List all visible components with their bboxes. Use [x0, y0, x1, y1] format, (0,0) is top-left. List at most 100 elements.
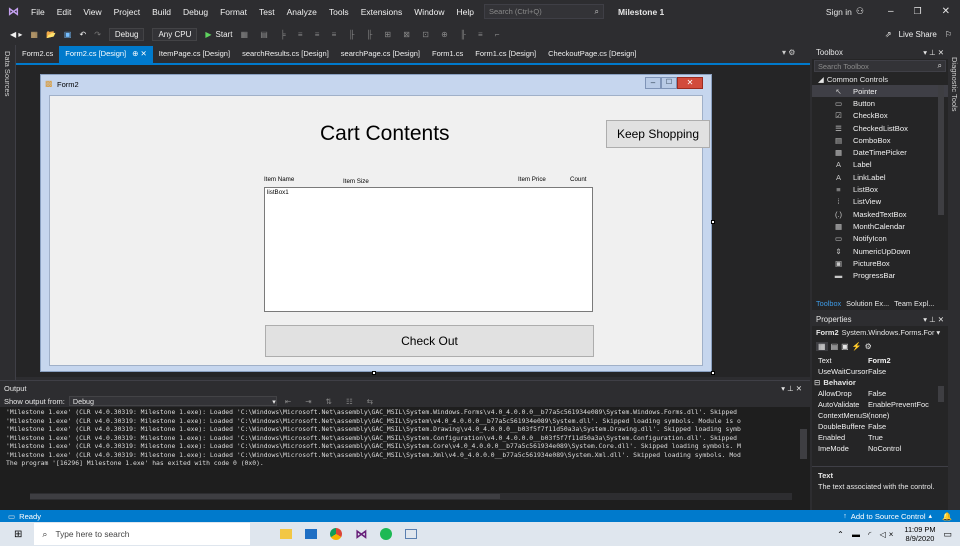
- output-hscroll-thumb[interactable]: [30, 494, 500, 499]
- open-icon[interactable]: 📂: [46, 30, 56, 39]
- form-minimize-icon[interactable]: –: [645, 77, 661, 89]
- output-hscrollbar[interactable]: [30, 493, 792, 500]
- account-icon[interactable]: ⚇: [856, 6, 864, 17]
- back-icon[interactable]: ◀ ▸: [10, 30, 22, 39]
- action-center-icon[interactable]: ▭: [943, 529, 952, 540]
- toolbox-item-label[interactable]: A Label: [812, 159, 948, 171]
- live-share-button[interactable]: Live Share: [899, 30, 937, 39]
- tab-4[interactable]: searchPage.cs [Design]: [335, 46, 426, 63]
- menu-format[interactable]: Format: [214, 7, 253, 17]
- properties-scrollbar[interactable]: [938, 386, 944, 402]
- start-button[interactable]: Start: [216, 30, 233, 39]
- mail-icon[interactable]: [305, 529, 318, 539]
- keep-shopping-button[interactable]: Keep Shopping: [606, 120, 710, 148]
- property-row[interactable]: UseWaitCursor False: [812, 366, 948, 377]
- toolbox-item-checkbox[interactable]: ☑ CheckBox: [812, 110, 948, 122]
- tab-overflow-icon[interactable]: ▾ ⚙: [782, 48, 795, 57]
- menu-tools[interactable]: Tools: [323, 7, 355, 17]
- toolbox-bottom-tab-2[interactable]: Team Expl...: [894, 299, 934, 308]
- redo-icon[interactable]: ↷: [94, 30, 101, 39]
- menu-help[interactable]: Help: [451, 7, 480, 17]
- menu-edit[interactable]: Edit: [51, 7, 78, 17]
- form-close-icon[interactable]: ✕: [677, 77, 703, 89]
- properties-pin-icon[interactable]: ▾ ⊥ ✕: [923, 315, 944, 324]
- menu-build[interactable]: Build: [146, 7, 177, 17]
- search-box[interactable]: Search (Ctrl+Q) ⌕: [484, 4, 604, 19]
- new-project-icon[interactable]: ▦: [30, 30, 38, 39]
- undo-icon[interactable]: ↶: [79, 30, 86, 39]
- tab-close-icon[interactable]: ⊕ ✕: [132, 49, 147, 58]
- output-source-dropdown[interactable]: Debug ▾: [68, 396, 277, 406]
- menu-analyze[interactable]: Analyze: [281, 7, 323, 17]
- tab-0[interactable]: Form2.cs: [16, 46, 59, 63]
- behavior-category[interactable]: ⊟ Behavior: [812, 377, 948, 388]
- toolbox-pin-icon[interactable]: ▾ ⊥ ✕: [923, 48, 944, 57]
- form2-window[interactable]: ▩ Form2 – ☐ ✕ Cart Contents Keep Shoppin…: [40, 74, 712, 372]
- properties-icon[interactable]: ▣: [841, 342, 849, 351]
- diagnostic-tools-tab[interactable]: Diagnostic Tools: [950, 57, 959, 111]
- spotify-icon[interactable]: [380, 528, 393, 540]
- toolbox-item-checkedlistbox[interactable]: ☰ CheckedListBox: [812, 122, 948, 134]
- output-pin-icon[interactable]: ▾ ⊥ ✕: [781, 384, 802, 393]
- toolbox-item-notifyicon[interactable]: ▭ NotifyIcon: [812, 233, 948, 245]
- events-icon[interactable]: ⚡: [852, 342, 862, 351]
- config-dropdown[interactable]: Debug: [108, 27, 145, 41]
- property-row[interactable]: DoubleBuffere False: [812, 421, 948, 432]
- toolbox-item-listbox[interactable]: ≡ ListBox: [812, 183, 948, 195]
- toolbox-item-maskedtextbox[interactable]: (.) MaskedTextBox: [812, 208, 948, 220]
- toolbox-item-datetimepicker[interactable]: ▦ DateTimePicker: [812, 146, 948, 158]
- output-tool-icons[interactable]: ⇤ ⇥ ⇅ ☷ ⇆: [285, 397, 379, 406]
- feedback-icon[interactable]: ⚐: [945, 30, 952, 39]
- resize-handle-right[interactable]: [711, 220, 715, 224]
- windows-start-icon[interactable]: ⊞: [14, 529, 22, 540]
- menu-extensions[interactable]: Extensions: [355, 7, 409, 17]
- toolbox-search[interactable]: Search Toolbox ⌕: [814, 60, 946, 72]
- alphabetical-icon[interactable]: ▤: [831, 342, 839, 351]
- tab-1[interactable]: Form2.cs [Design] ⊕ ✕: [59, 46, 153, 63]
- toolbox-item-progressbar[interactable]: ▬ ProgressBar: [812, 269, 948, 281]
- menu-file[interactable]: File: [25, 7, 51, 17]
- app-window-icon[interactable]: [405, 529, 418, 539]
- toolbox-search-input[interactable]: Search Toolbox: [818, 62, 869, 71]
- maximize-icon[interactable]: ❐: [914, 6, 922, 17]
- toolbox-item-picturebox[interactable]: ▣ PictureBox: [812, 257, 948, 269]
- toolbox-bottom-tab-0[interactable]: Toolbox: [816, 299, 841, 308]
- resize-handle-bottom[interactable]: [372, 371, 376, 375]
- minimize-icon[interactable]: –: [888, 6, 894, 17]
- live-share-icon[interactable]: ⇗: [885, 30, 892, 39]
- categorized-icon[interactable]: ▦: [816, 341, 828, 351]
- clock[interactable]: 11:09 PM 8/9/2020: [904, 525, 935, 543]
- data-sources-tab[interactable]: Data Sources: [3, 51, 12, 96]
- property-row[interactable]: ImeMode NoControl: [812, 443, 948, 454]
- search-input[interactable]: Search (Ctrl+Q): [489, 7, 542, 16]
- object-selector[interactable]: Form2 System.Windows.Forms.For ▾: [812, 326, 948, 339]
- toolbox-item-linklabel[interactable]: A LinkLabel: [812, 171, 948, 183]
- tab-3[interactable]: searchResults.cs [Design]: [236, 46, 335, 63]
- tab-5[interactable]: Form1.cs: [426, 46, 469, 63]
- chrome-icon[interactable]: [330, 528, 343, 540]
- property-row[interactable]: AllowDrop False: [812, 388, 948, 399]
- tab-7[interactable]: CheckoutPage.cs [Design]: [542, 46, 642, 63]
- output-text[interactable]: 'Milestone 1.exe' (CLR v4.0.30319: Miles…: [0, 407, 792, 468]
- menu-project[interactable]: Project: [108, 7, 146, 17]
- start-icon[interactable]: ▶: [205, 30, 211, 39]
- add-source-control-button[interactable]: Add to Source Control: [851, 512, 926, 521]
- tab-2[interactable]: ItemPage.cs [Design]: [153, 46, 236, 63]
- property-pages-icon[interactable]: ⚙: [865, 342, 872, 351]
- toolbox-item-combobox[interactable]: ▤ ComboBox: [812, 134, 948, 146]
- tab-6[interactable]: Form1.cs [Design]: [469, 46, 542, 63]
- tray-icons[interactable]: ⌃ ▬ ◜ ◁×: [837, 530, 896, 539]
- menu-debug[interactable]: Debug: [177, 7, 214, 17]
- cart-listbox[interactable]: listBox1: [264, 187, 593, 312]
- toolbox-scrollbar[interactable]: [938, 85, 944, 215]
- toolbox-item-pointer[interactable]: ↖ Pointer: [812, 85, 948, 98]
- toolbox-bottom-tab-1[interactable]: Solution Ex...: [846, 299, 889, 308]
- menu-test[interactable]: Test: [253, 7, 281, 17]
- menu-view[interactable]: View: [77, 7, 107, 17]
- close-icon[interactable]: ✕: [942, 6, 950, 17]
- save-icon[interactable]: ▣: [64, 30, 72, 39]
- output-vscrollbar[interactable]: [800, 429, 807, 459]
- property-row[interactable]: Enabled True: [812, 432, 948, 443]
- vs-logo-icon[interactable]: ⋈: [8, 5, 19, 18]
- menu-window[interactable]: Window: [408, 7, 450, 17]
